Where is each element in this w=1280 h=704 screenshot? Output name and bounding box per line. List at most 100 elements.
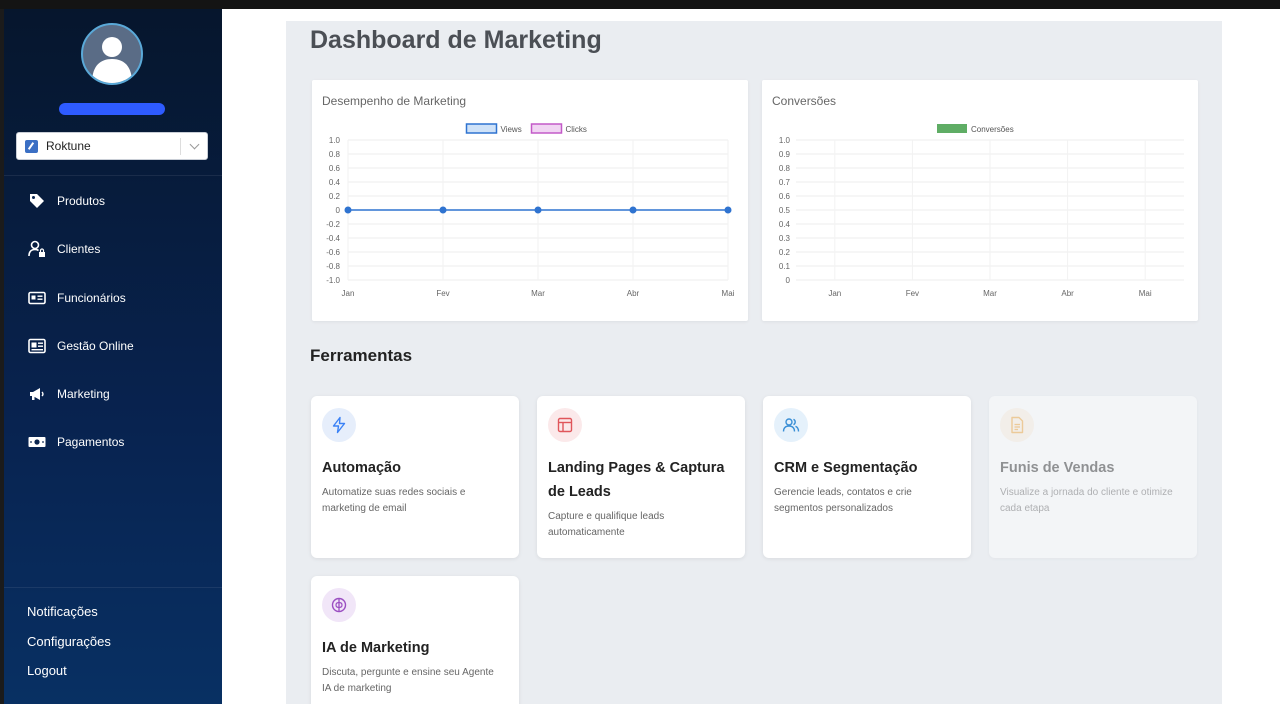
sidebar-item-label: Produtos (57, 194, 106, 208)
x-tick-label: Jan (828, 289, 841, 298)
y-tick-label: 1.0 (779, 136, 791, 145)
id-card-icon (28, 289, 46, 307)
x-tick-label: Jan (342, 289, 355, 298)
user-lock-icon (28, 240, 46, 258)
store-select-value: Roktune (46, 139, 91, 153)
select-separator (180, 138, 181, 155)
tool-card-landing-pages[interactable]: Landing Pages & Captura de Leads Capture… (537, 396, 745, 558)
y-tick-label: 0.6 (779, 192, 791, 201)
layout-icon (548, 408, 582, 442)
tool-card-description: Discuta, pergunte e ensine seu Agente IA… (322, 667, 494, 694)
tool-card-title: Landing Pages & Captura de Leads (548, 460, 725, 500)
tool-card-description: Capture e qualifique leads automaticamen… (548, 511, 665, 538)
x-tick-label: Mai (722, 289, 735, 298)
logout-link[interactable]: Logout (27, 663, 67, 678)
legend-swatch (465, 123, 498, 134)
store-select[interactable]: Roktune (16, 132, 208, 160)
money-bill-icon (28, 433, 46, 451)
y-tick-label: 0.8 (779, 164, 791, 173)
tool-card-automacao[interactable]: Automação Automatize suas redes sociais … (311, 396, 519, 558)
sidebar: Roktune Produtos Clientes Funcionários G… (4, 9, 222, 704)
y-tick-label: 0.2 (779, 248, 791, 257)
data-point (344, 206, 352, 214)
y-tick-label: 0.5 (779, 206, 791, 215)
tool-card-title: IA de Marketing (322, 640, 430, 656)
lightning-icon (322, 408, 356, 442)
sidebar-item-produtos[interactable]: Produtos (28, 191, 105, 211)
avatar[interactable] (81, 23, 143, 85)
bar-chart: 1.0 0.9 0.8 0.7 0.6 0.5 0.4 0.3 0.2 0.1 0 Jan Fev Mar… (779, 124, 1184, 298)
y-tick-label: 0.2 (329, 192, 341, 201)
user-silhouette-icon (92, 37, 132, 83)
chevron-down-icon[interactable] (189, 139, 200, 150)
legend-label: Clicks (566, 125, 587, 134)
sidebar-item-clientes[interactable]: Clientes (28, 239, 100, 259)
data-point (439, 206, 447, 214)
line-chart: 1.0 0.8 0.6 0.4 0.2 0 -0.2 -0.4 -0.6 -0.8 -1.0Jan F… (326, 123, 735, 298)
tool-card-title: Funis de Vendas (1000, 460, 1115, 476)
tool-card-title: Automação (322, 460, 401, 476)
sidebar-item-label: Funcionários (57, 291, 126, 305)
y-tick-label: 0.1 (779, 262, 791, 271)
megaphone-icon (28, 385, 46, 403)
divider (4, 587, 222, 588)
window-top-bar (0, 0, 1280, 9)
data-point (629, 206, 637, 214)
newspaper-icon (28, 337, 46, 355)
x-tick-label: Mai (1139, 289, 1152, 298)
configuracoes-link[interactable]: Configurações (27, 634, 111, 649)
sidebar-item-label: Gestão Online (57, 339, 134, 353)
tool-card-ia-marketing[interactable]: IA de Marketing Discuta, pergunte e ensi… (311, 576, 519, 704)
data-point (534, 206, 542, 214)
sidebar-item-label: Clientes (57, 242, 101, 256)
x-tick-label: Fev (906, 289, 919, 298)
y-tick-label: 0.9 (779, 150, 791, 159)
sidebar-item-marketing[interactable]: Marketing (28, 384, 110, 404)
y-tick-label: 0 (336, 206, 341, 215)
page-title: Dashboard de Marketing (310, 26, 602, 54)
x-tick-label: Mar (983, 289, 997, 298)
legend-label: Views (501, 125, 522, 134)
legend-label: Conversões (971, 125, 1014, 134)
y-tick-label: -0.2 (326, 220, 340, 229)
tool-card-description: Visualize a jornada do cliente e otimize… (1000, 487, 1173, 514)
tool-card-crm[interactable]: CRM e Segmentação Gerencie leads, contat… (763, 396, 971, 558)
tool-card-description: Automatize suas redes sociais e marketin… (322, 487, 466, 514)
y-tick-label: 0.6 (329, 164, 341, 173)
notificacoes-link[interactable]: Notificações (27, 604, 98, 619)
y-tick-label: 0.4 (329, 178, 341, 187)
x-tick-label: Mar (531, 289, 545, 298)
sidebar-item-gestao-online[interactable]: Gestão Online (28, 336, 134, 356)
dashboard-panel: Dashboard de Marketing Desempenho de Mar… (286, 21, 1222, 704)
sidebar-item-pagamentos[interactable]: Pagamentos (28, 432, 124, 452)
x-tick-label: Abr (1061, 289, 1074, 298)
tool-card-title: CRM e Segmentação (774, 460, 918, 476)
y-tick-label: 0 (786, 276, 791, 285)
x-tick-label: Fev (436, 289, 449, 298)
y-tick-label: -0.6 (326, 248, 340, 257)
y-tick-label: 1.0 (329, 136, 341, 145)
main-content: Dashboard de Marketing Desempenho de Mar… (222, 9, 1280, 704)
chart-card-desempenho: Desempenho de Marketing 1.0 0.8 0.6 0.4 0.2 0… (312, 80, 748, 321)
y-tick-label: -0.8 (326, 262, 340, 271)
y-tick-label: -1.0 (326, 276, 340, 285)
y-tick-label: 0.4 (779, 220, 791, 229)
users-icon (774, 408, 808, 442)
divider (4, 175, 222, 176)
data-point (724, 206, 732, 214)
legend-swatch (937, 124, 967, 133)
x-tick-label: Abr (627, 289, 640, 298)
legend-swatch (530, 123, 563, 134)
brain-icon (322, 588, 356, 622)
store-icon (25, 139, 38, 153)
chart-card-conversoes: Conversões 1.0 0.9 0.8 0.7 0.6 0.5 0.4 0.3 0.2 0.… (762, 80, 1198, 321)
tools-section-title: Ferramentas (310, 346, 413, 365)
sidebar-item-funcionarios[interactable]: Funcionários (28, 288, 126, 308)
sidebar-item-label: Marketing (57, 387, 110, 401)
y-tick-label: 0.8 (329, 150, 341, 159)
y-tick-label: 0.3 (779, 234, 791, 243)
y-tick-label: 0.7 (779, 178, 791, 187)
tool-card-funis-de-vendas[interactable]: Funis de Vendas Visualize a jornada do c… (989, 396, 1197, 558)
y-tick-label: -0.4 (326, 234, 340, 243)
tag-icon (28, 192, 46, 210)
